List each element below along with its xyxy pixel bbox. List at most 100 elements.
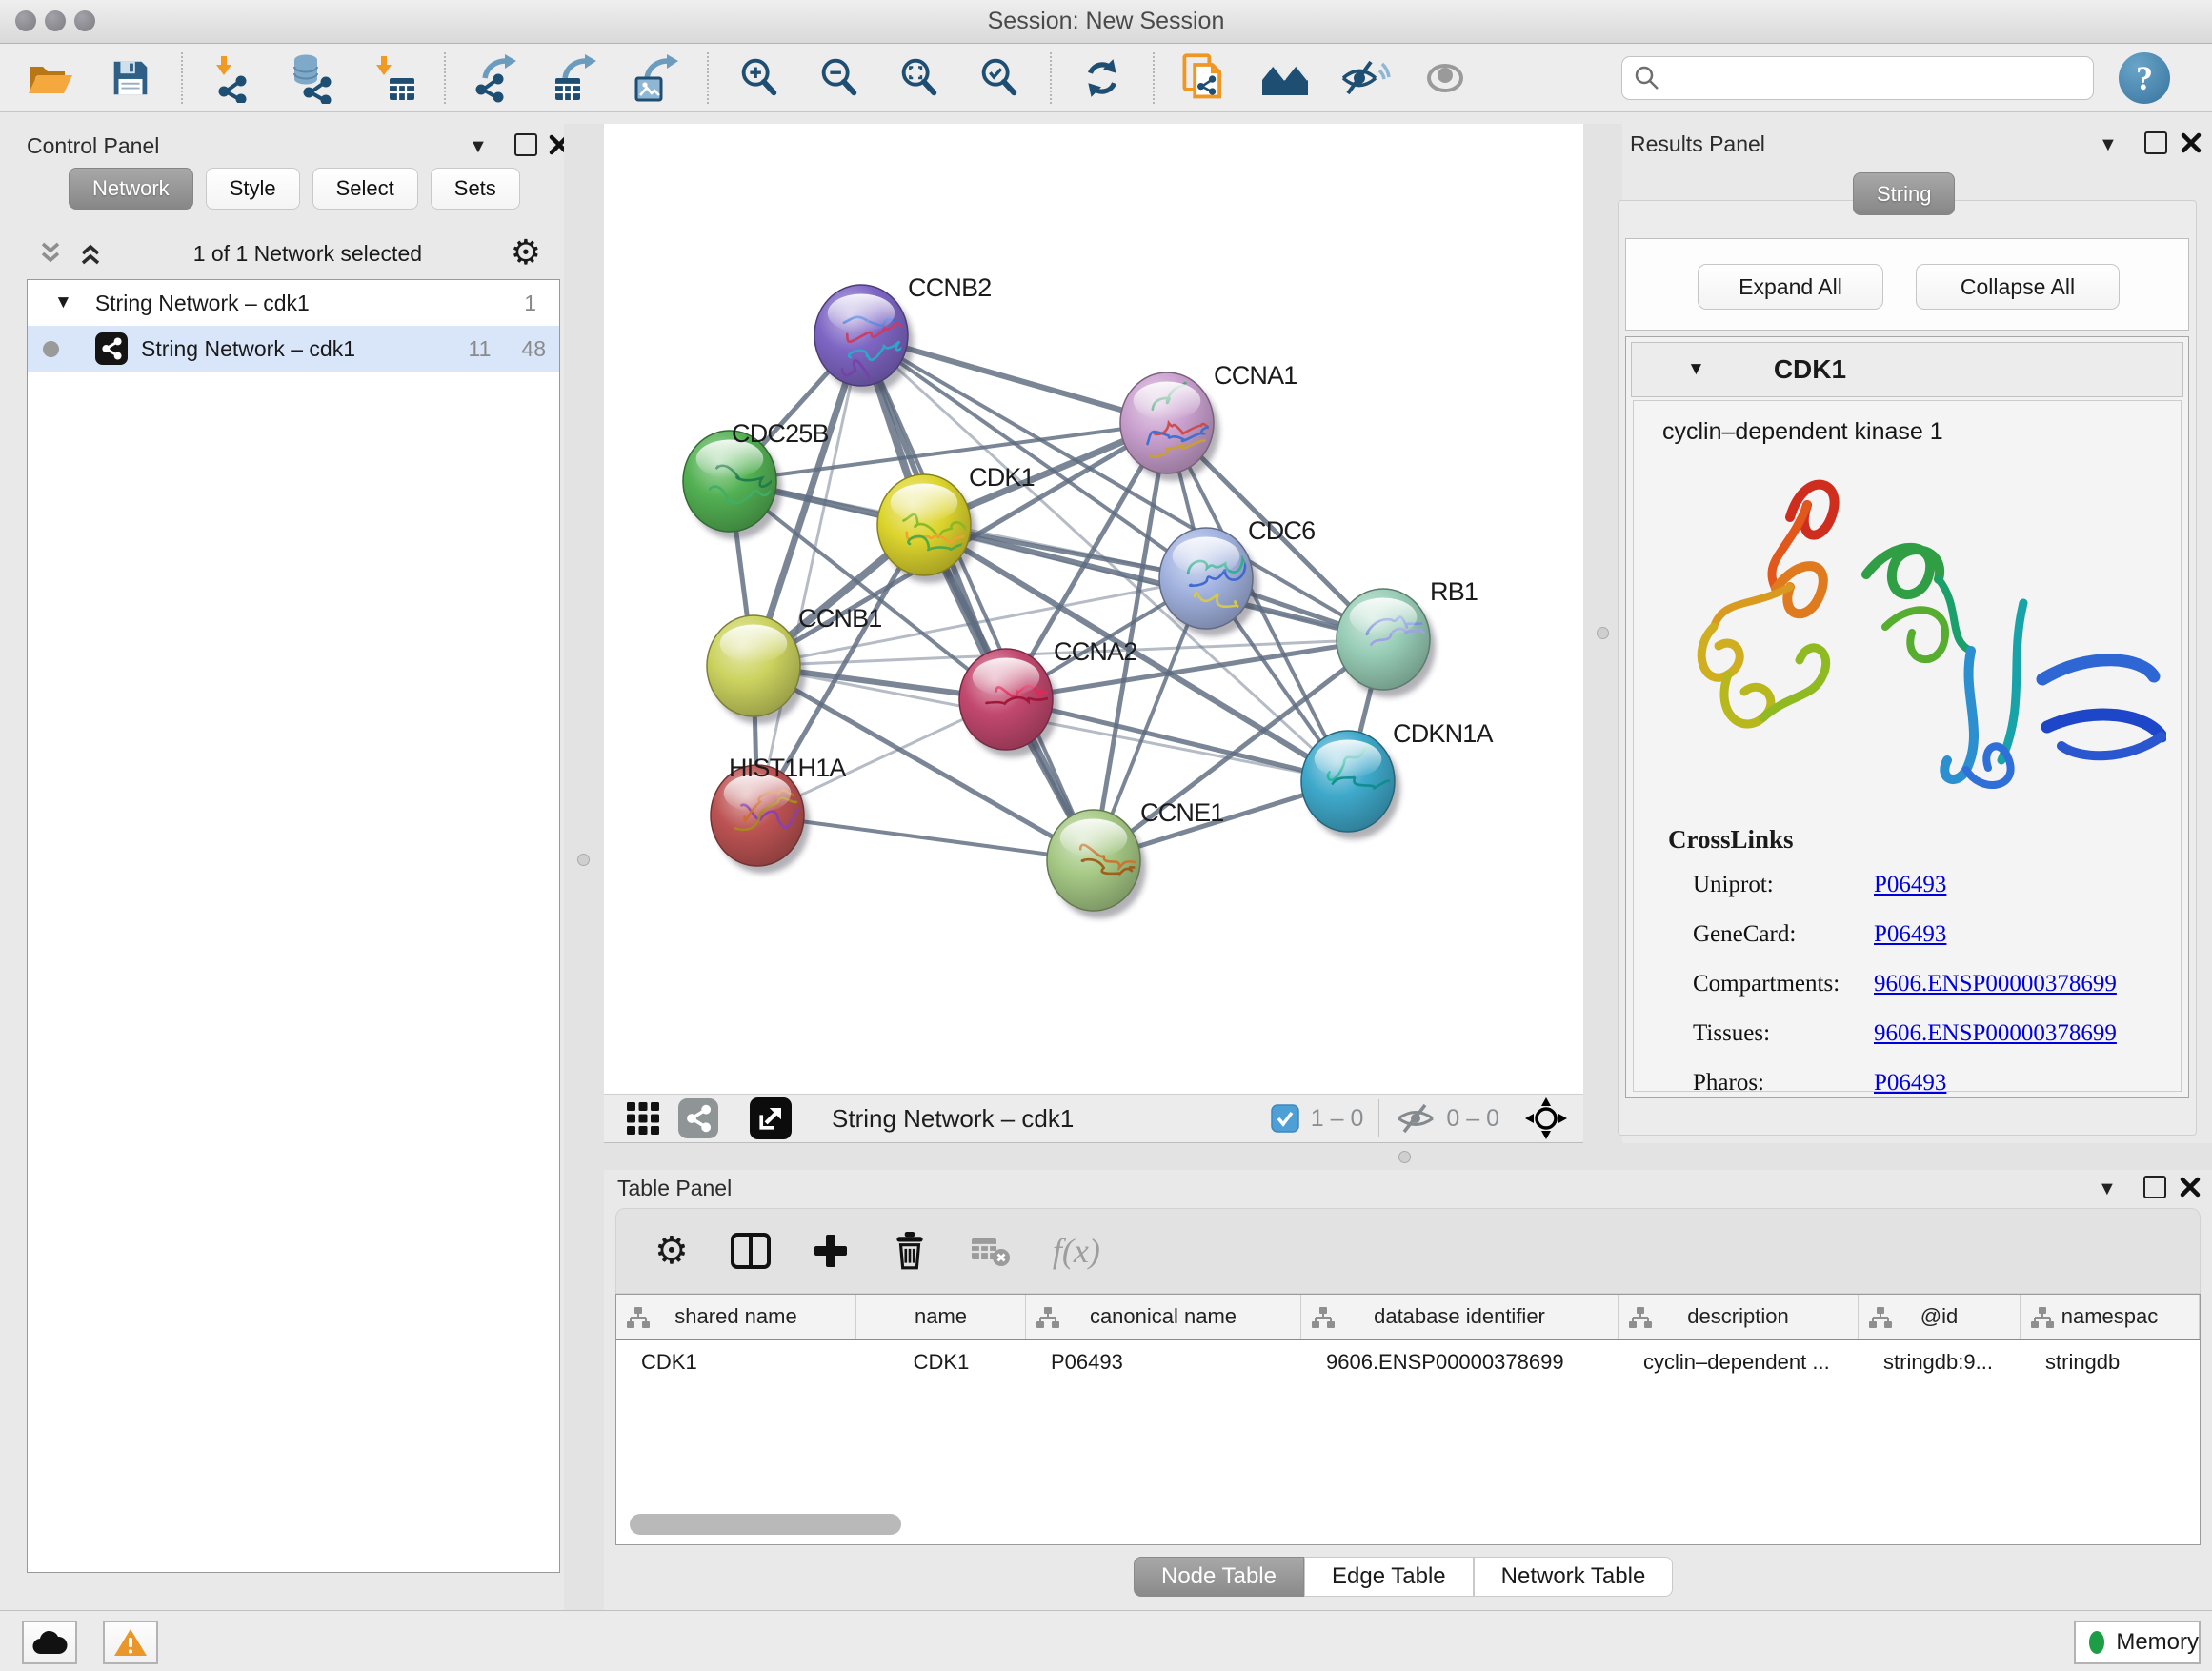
table-cell[interactable]: P06493 [1026, 1350, 1301, 1375]
first-neighbors-icon[interactable] [1259, 52, 1311, 104]
zoom-out-icon[interactable] [814, 52, 865, 104]
float-panel-icon[interactable] [2143, 1176, 2166, 1198]
save-session-icon[interactable] [105, 52, 156, 104]
tab-network[interactable]: Network [69, 168, 193, 210]
memory-button[interactable]: Memory [2074, 1621, 2201, 1664]
search-bar[interactable] [1621, 56, 2094, 100]
refresh-icon[interactable] [1076, 52, 1128, 104]
column-header-database-identifier[interactable]: database identifier [1301, 1295, 1619, 1339]
table-cell[interactable]: CDK1 [616, 1350, 856, 1375]
function-builder-icon[interactable]: f(x) [1053, 1231, 1100, 1271]
column-header-description[interactable]: description [1619, 1295, 1859, 1339]
export-image-icon[interactable] [631, 52, 682, 104]
column-header--id[interactable]: @id [1859, 1295, 2021, 1339]
expand-all-tree-icon[interactable] [36, 240, 65, 267]
network-node[interactable]: CCNA2 [959, 637, 1137, 757]
clone-network-icon[interactable] [1179, 52, 1231, 104]
cloud-status-button[interactable] [22, 1621, 77, 1664]
network-node[interactable]: CCNB1 [707, 604, 882, 724]
network-canvas[interactable]: CCNB2CCNA1CDC25BCDK1CDC6RB1CCNB1CCNA2CDK… [604, 124, 1583, 1094]
close-panel-icon[interactable] [2178, 1175, 2202, 1199]
selected-checkbox-icon[interactable] [1271, 1104, 1299, 1133]
export-table-icon[interactable] [551, 52, 602, 104]
horizontal-splitter[interactable] [604, 1143, 2212, 1170]
network-row[interactable]: String Network – cdk1 11 48 [28, 326, 559, 372]
right-splitter[interactable] [1583, 124, 1622, 1143]
hide-selected-icon[interactable] [1339, 52, 1391, 104]
open-session-icon[interactable] [25, 52, 76, 104]
table-row[interactable]: CDK1CDK1P064939606.ENSP00000378699cyclin… [616, 1340, 2200, 1384]
network-node[interactable]: HIST1H1A [711, 754, 846, 874]
hidden-eye-icon[interactable] [1395, 1101, 1437, 1136]
crosslink-value[interactable]: 9606.ENSP00000378699 [1874, 971, 2117, 997]
panel-menu-icon[interactable]: ▼ [2098, 1179, 2117, 1198]
column-header-shared-name[interactable]: shared name [616, 1295, 856, 1339]
import-table-icon[interactable] [368, 52, 419, 104]
crosslink-value[interactable]: P06493 [1874, 1070, 1946, 1097]
collapse-section-icon[interactable]: ▼ [1687, 359, 1705, 380]
network-edge[interactable] [757, 335, 861, 815]
open-in-new-window-icon[interactable] [750, 1097, 792, 1139]
tab-node-table[interactable]: Node Table [1134, 1557, 1304, 1597]
zoom-in-icon[interactable] [734, 52, 785, 104]
table-cell[interactable]: cyclin–dependent ... [1619, 1350, 1859, 1375]
table-options-gear-icon[interactable]: ⚙ [654, 1232, 689, 1270]
warning-status-button[interactable] [103, 1621, 158, 1664]
float-panel-icon[interactable] [514, 133, 537, 156]
zoom-selected-icon[interactable] [974, 52, 1025, 104]
status-bar: Memory [0, 1610, 2212, 1671]
birds-eye-view-icon[interactable] [1524, 1097, 1568, 1140]
network-node[interactable]: CDC25B [683, 419, 829, 539]
search-input[interactable] [1670, 65, 2081, 91]
show-all-icon[interactable] [1419, 52, 1471, 104]
column-header-canonical-name[interactable]: canonical name [1026, 1295, 1301, 1339]
column-header-name[interactable]: name [856, 1295, 1026, 1339]
crosslink-value[interactable]: 9606.ENSP00000378699 [1874, 1020, 2117, 1047]
warning-icon [113, 1627, 148, 1658]
table-cell[interactable]: stringdb [2021, 1350, 2200, 1375]
application-window: Session: New Session [0, 0, 2212, 1671]
tab-select[interactable]: Select [312, 168, 418, 210]
left-splitter[interactable] [564, 124, 604, 1610]
close-panel-icon[interactable] [2179, 131, 2203, 155]
network-node[interactable]: CDKN1A [1301, 719, 1494, 839]
table-cell[interactable]: 9606.ENSP00000378699 [1301, 1350, 1619, 1375]
table-cell[interactable]: CDK1 [856, 1350, 1026, 1375]
float-panel-icon[interactable] [2144, 131, 2167, 154]
panel-menu-icon[interactable]: ▼ [469, 137, 488, 156]
horizontal-scrollbar[interactable] [630, 1514, 901, 1535]
column-header-namespac[interactable]: namespac [2021, 1295, 2200, 1339]
collapse-all-button[interactable]: Collapse All [1916, 264, 2120, 310]
gene-section-header[interactable]: ▼ CDK1 [1631, 342, 2183, 397]
export-network-icon[interactable] [471, 52, 522, 104]
network-node[interactable]: CCNE1 [1047, 798, 1224, 918]
import-network-icon[interactable] [208, 52, 259, 104]
network-node[interactable]: RB1 [1337, 577, 1478, 697]
crosslink-value[interactable]: P06493 [1874, 872, 1946, 898]
string-view-icon[interactable] [678, 1098, 718, 1138]
tab-string-results[interactable]: String [1853, 172, 1955, 215]
column-header-label: shared name [674, 1304, 796, 1329]
tab-edge-table[interactable]: Edge Table [1304, 1557, 1474, 1597]
collapse-collection-icon[interactable]: ▼ [54, 292, 72, 313]
collapse-all-tree-icon[interactable] [76, 240, 105, 267]
crosslink-value[interactable]: P06493 [1874, 921, 1946, 948]
delete-table-icon[interactable] [971, 1235, 1011, 1267]
import-network-from-database-icon[interactable] [288, 52, 339, 104]
network-options-gear-icon[interactable]: ⚙ [511, 236, 541, 271]
tab-style[interactable]: Style [206, 168, 300, 210]
tab-network-table[interactable]: Network Table [1474, 1557, 1674, 1597]
network-edge[interactable] [861, 335, 1094, 860]
delete-column-icon[interactable] [891, 1231, 929, 1271]
zoom-fit-icon[interactable] [894, 52, 945, 104]
help-icon[interactable]: ? [2119, 52, 2170, 104]
table-cell[interactable]: stringdb:9... [1859, 1350, 2021, 1375]
show-columns-icon[interactable] [731, 1233, 771, 1269]
grid-view-icon[interactable] [625, 1100, 661, 1137]
add-column-icon[interactable] [813, 1233, 849, 1269]
tab-sets[interactable]: Sets [431, 168, 520, 210]
network-node[interactable]: CDK1 [877, 463, 1035, 583]
network-collection-row[interactable]: ▼ String Network – cdk1 1 [28, 280, 559, 326]
panel-menu-icon[interactable]: ▼ [2099, 135, 2118, 154]
expand-all-button[interactable]: Expand All [1698, 264, 1883, 310]
